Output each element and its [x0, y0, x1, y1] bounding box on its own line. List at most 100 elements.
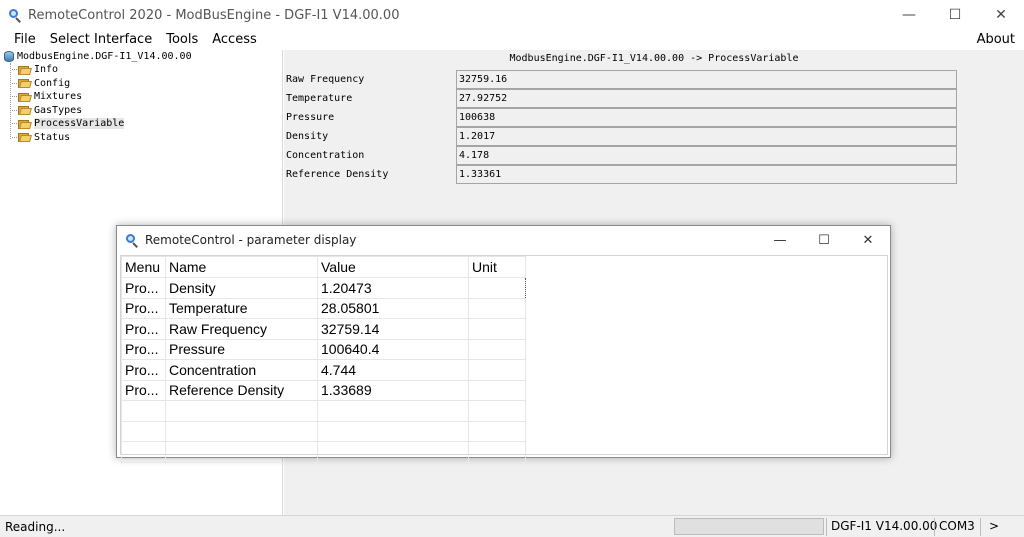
tree-connector [10, 63, 11, 139]
status-port: COM3 [934, 518, 979, 536]
pv-value-field[interactable]: 32759.16 [456, 70, 957, 89]
column-header-value[interactable]: Value [317, 256, 469, 278]
cell-menu: Pro... [121, 359, 166, 381]
status-text: Reading... [5, 520, 66, 534]
table-row[interactable]: Pro... Density 1.20473 [121, 277, 526, 299]
pv-row-temperature: Temperature 27.92752 [284, 89, 964, 108]
empty-row [121, 420, 526, 442]
menu-access[interactable]: Access [205, 30, 264, 50]
pv-value-field[interactable]: 1.2017 [456, 127, 957, 146]
dialog-maximize-button[interactable]: ☐ [802, 226, 846, 254]
pv-label: Density [286, 131, 329, 142]
folder-icon [18, 105, 32, 115]
table-header-row: Menu Name Value Unit [121, 256, 526, 278]
tree-item-label: Info [34, 64, 59, 75]
cell-value: 100640.4 [317, 338, 469, 360]
pv-row-reference-density: Reference Density 1.33361 [284, 165, 964, 184]
empty-row [121, 400, 526, 422]
pv-value-field[interactable]: 27.92752 [456, 89, 957, 108]
table-row[interactable]: Pro... Temperature 28.05801 [121, 297, 526, 319]
menu-about[interactable]: About [977, 30, 1015, 50]
folder-icon [18, 65, 32, 75]
status-more-button[interactable]: > [980, 518, 1007, 536]
pv-label: Raw Frequency [286, 74, 365, 85]
magnifier-icon [125, 233, 139, 248]
parameter-grid[interactable]: Menu Name Value Unit Pro... Density 1.20… [120, 255, 888, 463]
tree-item-mixtures[interactable]: Mixtures [12, 90, 82, 103]
menu-tools[interactable]: Tools [159, 30, 205, 50]
cell-menu: Pro... [121, 338, 166, 360]
folder-icon [18, 132, 32, 142]
cell-menu: Pro... [121, 318, 166, 340]
cell-name: Pressure [165, 338, 318, 360]
dialog-minimize-button[interactable]: — [758, 226, 802, 254]
pv-value-field[interactable]: 1.33361 [456, 165, 957, 184]
cell-unit [468, 359, 526, 381]
pv-label: Temperature [286, 93, 353, 104]
menu-select-interface[interactable]: Select Interface [43, 30, 159, 50]
dialog-title-bar: RemoteControl - parameter display — ☐ ✕ [117, 226, 890, 254]
cell-name: Raw Frequency [165, 318, 318, 340]
menu-file[interactable]: File [0, 30, 43, 50]
maximize-button[interactable]: ☐ [932, 0, 978, 30]
dialog-title: RemoteControl - parameter display [145, 233, 357, 247]
tree-item-label: GasTypes [34, 104, 83, 116]
column-header-name[interactable]: Name [165, 256, 318, 278]
cell-unit [468, 297, 526, 319]
folder-icon [18, 119, 32, 129]
tree-root-label: ModbusEngine.DGF-I1_V14.00.00 [17, 51, 192, 62]
empty-row [121, 441, 526, 463]
database-icon [4, 51, 14, 62]
cell-value: 28.05801 [317, 297, 469, 319]
dialog-controls: — ☐ ✕ [758, 226, 890, 254]
menu-bar: File Select Interface Tools Access About [0, 30, 1024, 50]
cell-name: Reference Density [165, 379, 318, 401]
status-bar: Reading... DGF-I1 V14.00.00 COM3 > [0, 515, 1024, 537]
table-row[interactable]: Pro... Reference Density 1.33689 [121, 379, 526, 401]
tree-item-processvariable[interactable]: ProcessVariable [12, 117, 125, 130]
tree-item-status[interactable]: Status [12, 131, 70, 144]
cell-menu: Pro... [121, 277, 166, 299]
cell-unit [468, 379, 526, 401]
close-button[interactable]: ✕ [978, 0, 1024, 30]
pv-label: Pressure [286, 112, 335, 123]
pv-value-field[interactable]: 100638 [456, 108, 957, 127]
progress-bar [674, 518, 824, 535]
tree-item-label: Config [34, 77, 71, 89]
column-header-unit[interactable]: Unit [468, 256, 526, 278]
cell-value: 32759.14 [317, 318, 469, 340]
title-bar: RemoteControl 2020 - ModBusEngine - DGF-… [0, 0, 1024, 30]
minimize-button[interactable]: — [886, 0, 932, 30]
parameter-table: Menu Name Value Unit Pro... Density 1.20… [121, 256, 526, 463]
cell-name: Concentration [165, 359, 318, 381]
dialog-close-button[interactable]: ✕ [846, 226, 890, 254]
cell-name: Temperature [165, 297, 318, 319]
pv-row-raw-frequency: Raw Frequency 32759.16 [284, 70, 964, 89]
tree-item-info[interactable]: Info [12, 63, 58, 76]
window-controls: — ☐ ✕ [886, 0, 1024, 30]
tree-item-label: Mixtures [34, 91, 83, 102]
cell-unit [468, 338, 526, 360]
status-device: DGF-I1 V14.00.00 [826, 518, 941, 536]
table-row[interactable]: Pro... Concentration 4.744 [121, 359, 526, 381]
tree-item-config[interactable]: Config [12, 77, 70, 90]
tree-root[interactable]: ModbusEngine.DGF-I1_V14.00.00 [4, 51, 192, 62]
folder-icon [18, 92, 32, 102]
pv-label: Concentration [286, 150, 365, 161]
pv-row-concentration: Concentration 4.178 [284, 146, 964, 165]
table-row[interactable]: Pro... Pressure 100640.4 [121, 338, 526, 360]
cell-name: Density [165, 277, 318, 299]
tree-item-label: Status [34, 131, 71, 143]
folder-icon [18, 78, 32, 88]
column-header-menu[interactable]: Menu [121, 256, 166, 278]
table-row[interactable]: Pro... Raw Frequency 32759.14 [121, 318, 526, 340]
pv-value-field[interactable]: 4.178 [456, 146, 957, 165]
cell-value: 1.33689 [317, 379, 469, 401]
cell-menu: Pro... [121, 297, 166, 319]
cell-unit [468, 318, 526, 340]
pv-row-pressure: Pressure 100638 [284, 108, 964, 127]
cell-menu: Pro... [121, 379, 166, 401]
panel-path: ModbusEngine.DGF-I1_V14.00.00 -> Process… [509, 53, 799, 64]
tree-item-gastypes[interactable]: GasTypes [12, 104, 82, 117]
pv-row-density: Density 1.2017 [284, 127, 964, 146]
